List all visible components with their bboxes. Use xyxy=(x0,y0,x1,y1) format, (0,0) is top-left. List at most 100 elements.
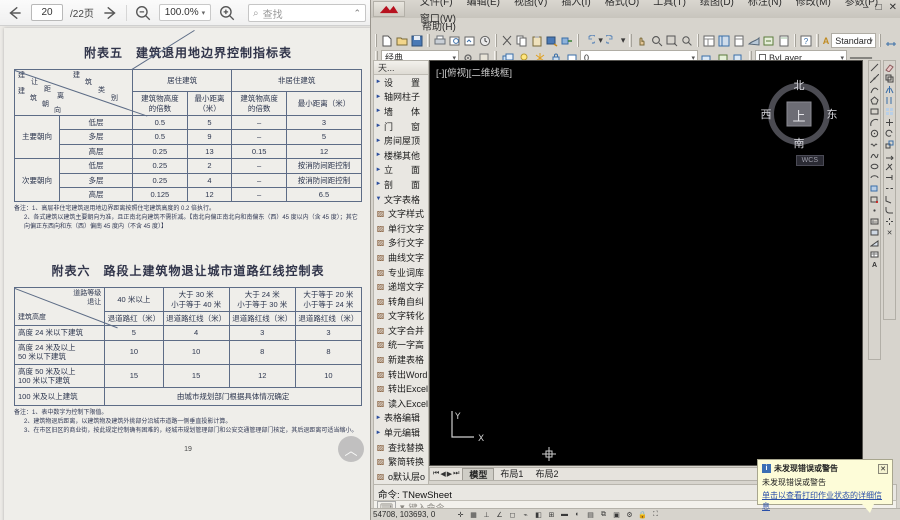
stretch-icon[interactable] xyxy=(884,150,895,161)
sidebar-item-15[interactable]: ▨ 转角自纠 xyxy=(374,294,428,309)
markup-icon[interactable] xyxy=(762,33,776,48)
sidebar-item-11[interactable]: ▨ 多行文字 xyxy=(374,236,428,251)
print-icon[interactable] xyxy=(433,33,447,48)
sidebar-item-6[interactable]: ► 立 面 xyxy=(374,163,428,178)
toolbar-grip[interactable] xyxy=(494,34,497,47)
sidebar-item-27[interactable]: ▨ o默认层o xyxy=(374,469,428,484)
line-icon[interactable] xyxy=(869,62,880,73)
tab-layout1[interactable]: 布局1 xyxy=(494,468,529,480)
notification-balloon[interactable]: i 未发现错误或警告 ✕ 未发现错误或警告 单击以查看打印作业状态的详细信息 xyxy=(757,459,893,513)
menu-modify[interactable]: 修改(M) xyxy=(789,0,838,9)
dim-style-icon[interactable] xyxy=(884,33,898,48)
tab-layout2[interactable]: 布局2 xyxy=(529,468,564,480)
ellipse-arc-icon[interactable] xyxy=(869,172,880,183)
zoom-in-icon[interactable] xyxy=(218,4,236,22)
copy-icon[interactable] xyxy=(515,33,529,48)
scroll-to-top-button[interactable]: ︿ xyxy=(338,436,364,462)
sidebar-item-17[interactable]: ▨ 文字合并 xyxy=(374,323,428,338)
polar-toggle-icon[interactable]: ∠ xyxy=(494,510,505,520)
coordinates-display[interactable]: 54708, 103693, 0 xyxy=(373,510,453,519)
menu-tools[interactable]: 工具(T) xyxy=(646,0,693,9)
cut-icon[interactable] xyxy=(500,33,514,48)
paste-icon[interactable] xyxy=(530,33,544,48)
search-box[interactable]: ⌕ 查找 ⌃ xyxy=(248,4,366,22)
osnap-toggle-icon[interactable]: ◻ xyxy=(507,510,518,520)
toolbar-grip[interactable] xyxy=(878,34,882,47)
explode-icon[interactable] xyxy=(884,216,895,227)
textstyle-select[interactable]: Standard ▾ xyxy=(831,33,876,48)
make-block-icon[interactable] xyxy=(869,194,880,205)
tab-nav-buttons[interactable]: ⏮ ◀ ▶ ⏭ xyxy=(430,470,462,478)
otrack-toggle-icon[interactable]: ⌁ xyxy=(520,510,531,520)
sidebar-item-1[interactable]: ► 轴网柱子 xyxy=(374,90,428,105)
sidebar-item-12[interactable]: ▨ 曲线文字 xyxy=(374,250,428,265)
sidebar-item-19[interactable]: ▨ 新建表格 xyxy=(374,352,428,367)
copy-object-icon[interactable] xyxy=(884,73,895,84)
sidebar-item-14[interactable]: ▨ 递增文字 xyxy=(374,279,428,294)
first-tab-icon[interactable]: ⏮ xyxy=(433,470,439,478)
region-icon[interactable] xyxy=(869,238,880,249)
sidebar-item-23[interactable]: ► 表格编辑 xyxy=(374,411,428,426)
offset-icon[interactable] xyxy=(884,95,895,106)
scale-icon[interactable] xyxy=(884,139,895,150)
extend-icon[interactable] xyxy=(884,172,895,183)
mirror-icon[interactable] xyxy=(884,84,895,95)
sidebar-header[interactable]: 天... xyxy=(374,61,428,75)
help-icon[interactable]: ? xyxy=(799,33,813,48)
spline-icon[interactable] xyxy=(869,150,880,161)
maximize-button[interactable]: □ xyxy=(876,2,882,13)
menu-window[interactable]: 窗口(W) xyxy=(413,9,463,26)
arrow-right-icon[interactable] xyxy=(101,4,119,22)
sidebar-item-5[interactable]: ► 楼梯其他 xyxy=(374,148,428,163)
toolbar-grip[interactable] xyxy=(816,34,819,47)
gradient-icon[interactable] xyxy=(869,227,880,238)
chamfer-icon[interactable] xyxy=(884,194,895,205)
save-icon[interactable] xyxy=(410,33,424,48)
revcloud-icon[interactable] xyxy=(869,139,880,150)
tab-model[interactable]: 模型 xyxy=(462,468,495,480)
text-style-toolbar-icon[interactable]: A xyxy=(822,33,831,48)
transparency-toggle-icon[interactable]: ◐ xyxy=(572,510,583,520)
new-file-icon[interactable] xyxy=(380,33,394,48)
wcs-label[interactable]: WCS xyxy=(795,155,824,166)
sidebar-item-3[interactable]: ► 门 窗 xyxy=(374,119,428,134)
lock-ui-icon[interactable]: 🔒 xyxy=(637,510,648,520)
toolbar-grip[interactable] xyxy=(576,34,580,47)
menu-view[interactable]: 视图(V) xyxy=(507,0,554,9)
sidebar-item-10[interactable]: ▨ 单行文字 xyxy=(374,221,428,236)
menu-dimension[interactable]: 标注(N) xyxy=(741,0,789,9)
workspace-switch-icon[interactable]: ⚙ xyxy=(624,510,635,520)
toolbar-grip[interactable] xyxy=(427,34,430,47)
polygon-icon[interactable] xyxy=(869,95,880,106)
array-icon[interactable] xyxy=(884,106,895,117)
toolbar-grip[interactable] xyxy=(375,34,378,47)
close-icon[interactable]: ✕ xyxy=(878,463,888,474)
sidebar-item-18[interactable]: ▨ 统一字高 xyxy=(374,338,428,353)
insert-block-icon[interactable] xyxy=(869,183,880,194)
ortho-toggle-icon[interactable]: ⊥ xyxy=(481,510,492,520)
quickprops-toggle-icon[interactable]: ▤ xyxy=(585,510,596,520)
minimize-button[interactable]: – xyxy=(863,2,869,13)
balloon-link[interactable]: 单击以查看打印作业状态的详细信息 xyxy=(762,490,888,512)
arrow-left-icon[interactable] xyxy=(6,4,24,22)
selectioncycling-icon[interactable]: ⧉ xyxy=(598,510,609,520)
sidebar-item-9[interactable]: ▨ 文字样式 xyxy=(374,206,428,221)
redo-dropdown-icon[interactable]: ▾ xyxy=(620,33,627,48)
plot-preview-icon[interactable] xyxy=(448,33,462,48)
zoom-out-icon[interactable] xyxy=(134,4,152,22)
menu-format[interactable]: 格式(O) xyxy=(598,0,646,9)
polyline-icon[interactable] xyxy=(869,84,880,95)
prev-tab-icon[interactable]: ◀ xyxy=(440,470,445,478)
snap-toggle-icon[interactable]: ✛ xyxy=(455,510,466,520)
clean-screen-icon[interactable]: ⛶ xyxy=(650,510,661,520)
sidebar-item-26[interactable]: ▨ 繁简转换 xyxy=(374,454,428,469)
viewcube[interactable]: 上 北 南 西 东 xyxy=(760,75,838,153)
match-properties-icon[interactable] xyxy=(545,33,559,48)
close-toolbar-icon[interactable]: ✕ xyxy=(884,227,895,238)
menu-file[interactable]: 文件(F) xyxy=(413,0,460,9)
mtext-icon[interactable]: A xyxy=(869,260,880,271)
sidebar-item-16[interactable]: ▨ 文字转化 xyxy=(374,309,428,324)
erase-icon[interactable] xyxy=(884,62,895,73)
undo-icon[interactable] xyxy=(582,33,596,48)
viewport-label[interactable]: [-][俯视][二维线框] xyxy=(436,65,512,79)
